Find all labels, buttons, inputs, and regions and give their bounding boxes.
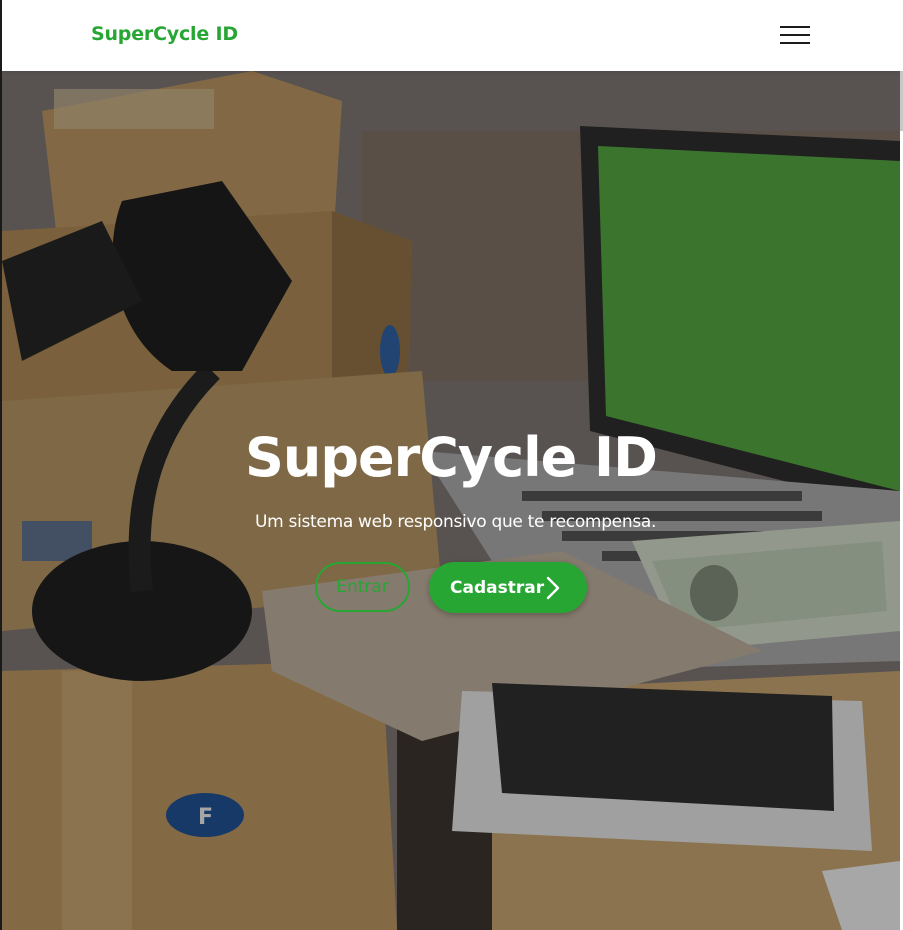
navbar: SuperCycle ID	[2, 0, 900, 71]
chevron-right-icon	[546, 576, 560, 600]
hero-subtitle: Um sistema web responsivo que te recompe…	[255, 512, 657, 532]
hero-dark-overlay	[2, 71, 900, 930]
hero-title: SuperCycle ID	[245, 426, 658, 489]
hamburger-menu-icon[interactable]	[780, 25, 810, 45]
enter-button[interactable]: Entrar	[315, 562, 410, 612]
hamburger-line	[780, 34, 810, 36]
window-left-border	[0, 0, 2, 930]
hamburger-line	[780, 26, 810, 28]
hamburger-line	[780, 42, 810, 44]
brand-logo-link[interactable]: SuperCycle ID	[91, 23, 238, 45]
hero-section: F SuperCycle ID Um sistema web responsiv…	[2, 71, 900, 930]
signup-button-label: Cadastrar	[450, 577, 545, 598]
signup-button[interactable]: Cadastrar	[429, 562, 587, 613]
